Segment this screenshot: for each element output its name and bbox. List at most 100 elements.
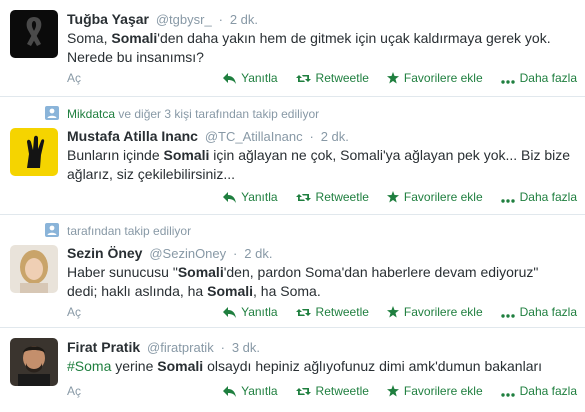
reply-button[interactable]: Yanıtla: [223, 70, 278, 86]
username[interactable]: @firatpratik: [147, 340, 214, 355]
text-segment: Soma,: [67, 30, 112, 46]
text-segment: , ha Soma.: [253, 283, 321, 299]
timestamp[interactable]: 2 dk.: [244, 246, 272, 261]
text-segment: yerine: [111, 358, 158, 374]
expand-link[interactable]: Aç: [67, 70, 81, 86]
reply-icon: [223, 305, 241, 319]
action-label: Daha fazla: [519, 71, 577, 85]
favorite-button[interactable]: Favorilere ekle: [386, 383, 483, 399]
action-label: Favorilere ekle: [403, 384, 483, 398]
text-segment: olsaydı hepiniz ağlıyofunuz dimi amk'dum…: [203, 358, 543, 374]
favorite-button[interactable]: Favorilere ekle: [386, 304, 483, 320]
action-label: Favorilere ekle: [403, 190, 483, 204]
more-button[interactable]: Daha fazla: [500, 383, 577, 399]
context-text: ve diğer 3 kişi tarafından takip ediliyo…: [115, 107, 320, 121]
action-label: Daha fazla: [519, 384, 577, 398]
star-icon: [386, 384, 404, 398]
retweet-button[interactable]: Retweetle: [295, 70, 369, 86]
action-label: Favorilere ekle: [403, 71, 483, 85]
context-user-link[interactable]: Mikdatca: [67, 107, 115, 121]
favorite-button[interactable]: Favorilere ekle: [386, 70, 483, 86]
person-icon: [45, 106, 59, 120]
star-icon: [386, 190, 404, 204]
context-text: tarafından takip ediliyor: [67, 224, 192, 238]
tweet[interactable]: Firat Pratik @firatpratik · 3 dk. #Soma …: [0, 328, 585, 412]
retweet-button[interactable]: Retweetle: [295, 304, 369, 320]
highlighted-term: Somali: [177, 264, 224, 280]
action-label: Favorilere ekle: [403, 305, 483, 319]
fullname[interactable]: Mustafa Atilla Inanc: [67, 128, 198, 144]
timestamp[interactable]: 2 dk.: [321, 129, 349, 144]
more-button[interactable]: Daha fazla: [500, 304, 577, 320]
text-segment: Haber sunucusu ": [67, 264, 178, 280]
tweet-text: Haber sunucusu "Somali'den, pardon Soma'…: [67, 263, 572, 301]
highlighted-term: Somali: [207, 283, 254, 299]
expand-link[interactable]: Aç: [67, 304, 81, 320]
tweet[interactable]: Mikdatca ve diğer 3 kişi tarafından taki…: [0, 97, 585, 215]
username[interactable]: @tgbysr_: [156, 12, 212, 27]
reply-button[interactable]: Yanıtla: [223, 304, 278, 320]
action-label: Yanıtla: [241, 190, 278, 204]
separator: ·: [309, 129, 314, 144]
reply-icon: [223, 71, 241, 85]
fullname[interactable]: Sezin Öney: [67, 245, 142, 261]
username[interactable]: @TC_AtillaInanc: [205, 129, 303, 144]
tweet-actions: Yanıtla Retweetle Favorilere ekle Daha fazl…: [205, 189, 577, 205]
black-ribbon-avatar-icon: [10, 10, 58, 58]
tweet-actions: Yanıtla Retweetle Favorilere ekle Daha fazl…: [205, 304, 577, 320]
retweet-button[interactable]: Retweetle: [295, 383, 369, 399]
action-label: Yanıtla: [241, 305, 278, 319]
fullname[interactable]: Firat Pratik: [67, 339, 140, 355]
avatar[interactable]: [10, 338, 58, 386]
action-label: Retweetle: [315, 71, 369, 85]
hashtag-link[interactable]: #Soma: [67, 358, 111, 374]
action-label: Retweetle: [315, 305, 369, 319]
more-dots-icon: [500, 305, 520, 319]
tweet[interactable]: Tuğba Yaşar @tgbysr_ · 2 dk. Soma, Somal…: [0, 0, 585, 97]
highlighted-term: Somali: [163, 147, 210, 163]
action-label: Daha fazla: [519, 305, 577, 319]
username[interactable]: @SezinOney: [149, 246, 226, 261]
retweet-icon: [295, 71, 316, 85]
separator: ·: [233, 246, 238, 261]
avatar[interactable]: [10, 128, 58, 176]
reply-button[interactable]: Yanıtla: [223, 189, 278, 205]
text-segment: Bunların içinde: [67, 147, 164, 163]
timestamp[interactable]: 2 dk.: [230, 12, 258, 27]
man-photo-avatar-icon: [10, 338, 58, 386]
yellow-hand-avatar-icon: [10, 128, 58, 176]
expand-link[interactable]: Aç: [67, 383, 81, 399]
more-dots-icon: [500, 71, 520, 85]
retweet-icon: [295, 190, 316, 204]
separator: ·: [218, 12, 223, 27]
avatar[interactable]: [10, 245, 58, 293]
tweet-header: Sezin Öney @SezinOney · 2 dk.: [67, 244, 272, 262]
tweet-text: Bunların içinde Somali için ağlayan ne ç…: [67, 146, 572, 184]
tweet-actions: Yanıtla Retweetle Favorilere ekle Daha fazl…: [205, 383, 577, 399]
favorite-button[interactable]: Favorilere ekle: [386, 189, 483, 205]
fullname[interactable]: Tuğba Yaşar: [67, 11, 149, 27]
reply-icon: [223, 384, 241, 398]
more-button[interactable]: Daha fazla: [500, 70, 577, 86]
woman-photo-avatar-icon: [10, 245, 58, 293]
highlighted-term: Somali: [111, 30, 158, 46]
action-label: Retweetle: [315, 190, 369, 204]
action-label: Retweetle: [315, 384, 369, 398]
tweet-timeline: Tuğba Yaşar @tgbysr_ · 2 dk. Soma, Somal…: [0, 0, 585, 412]
action-label: Yanıtla: [241, 384, 278, 398]
star-icon: [386, 305, 404, 319]
reply-icon: [223, 190, 241, 204]
more-button[interactable]: Daha fazla: [500, 189, 577, 205]
timestamp[interactable]: 3 dk.: [232, 340, 260, 355]
highlighted-term: Somali: [157, 358, 204, 374]
tweet-actions: Yanıtla Retweetle Favorilere ekle Daha fazl…: [205, 70, 577, 86]
star-icon: [386, 71, 404, 85]
social-context: tarafından takip ediliyor: [43, 223, 191, 239]
tweet-header: Firat Pratik @firatpratik · 3 dk.: [67, 338, 260, 356]
action-label: Yanıtla: [241, 71, 278, 85]
reply-button[interactable]: Yanıtla: [223, 383, 278, 399]
retweet-button[interactable]: Retweetle: [295, 189, 369, 205]
avatar[interactable]: [10, 10, 58, 58]
tweet[interactable]: tarafından takip ediliyor Sezin Öney @Se…: [0, 215, 585, 328]
retweet-icon: [295, 384, 316, 398]
